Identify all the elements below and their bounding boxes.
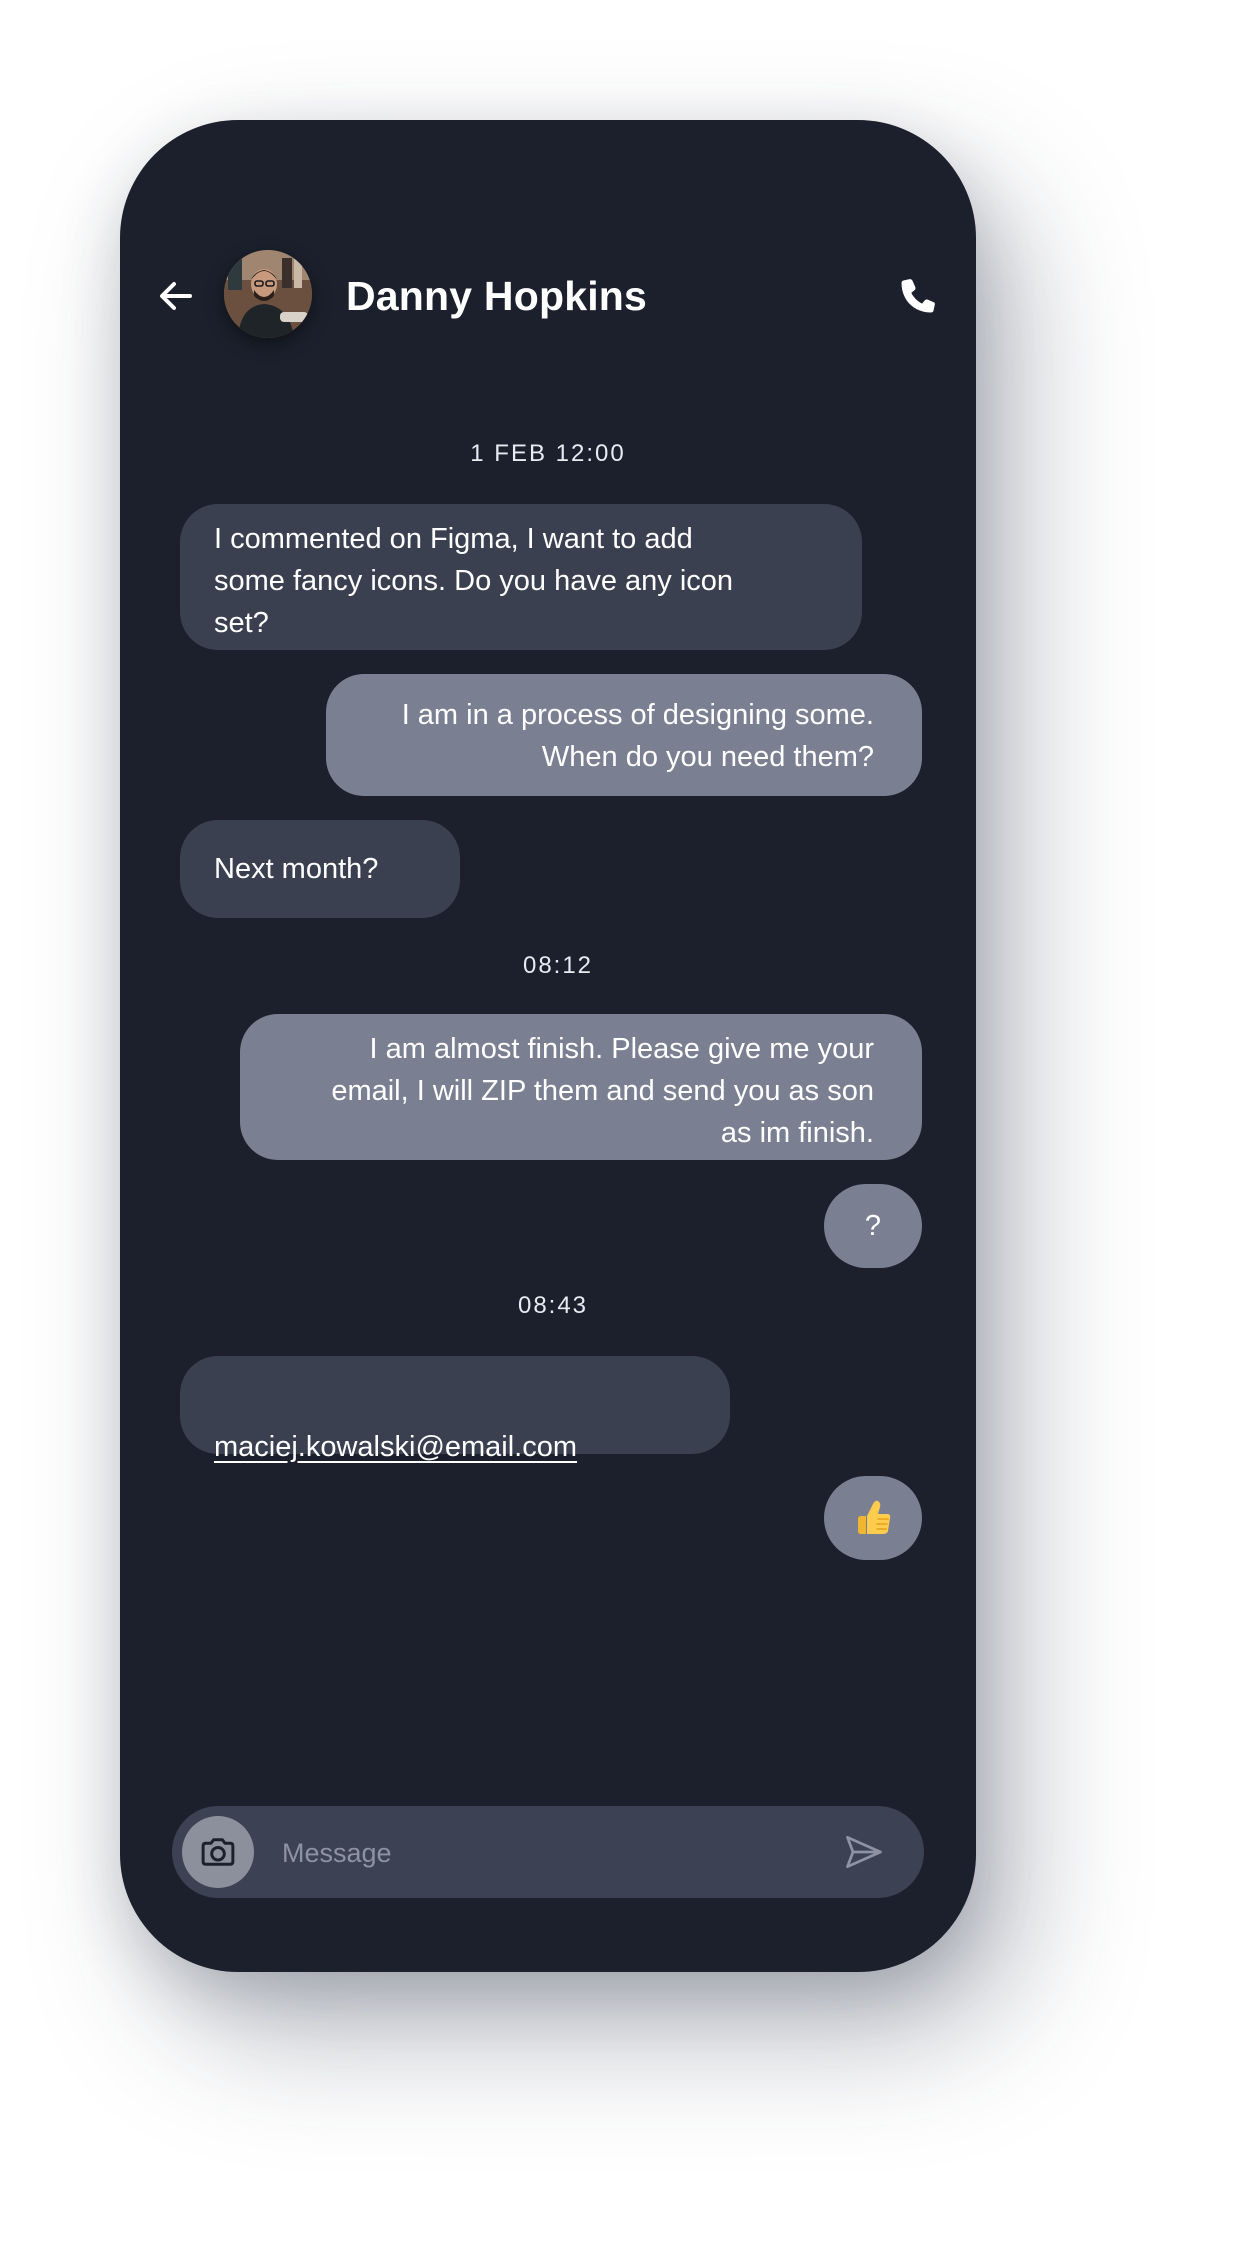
call-button[interactable] bbox=[892, 270, 944, 322]
thumbs-up-icon bbox=[858, 1500, 891, 1534]
message-bubble-incoming: maciej.kowalski@email.com bbox=[180, 1356, 730, 1463]
arrow-left-icon bbox=[160, 282, 192, 310]
contact-name: Danny Hopkins bbox=[346, 273, 648, 319]
timestamp-2: 08:12 bbox=[522, 952, 594, 979]
page-canvas: Danny Hopkins 1 FEB 12:00 I commented on… bbox=[0, 0, 1256, 2252]
message-bubble-incoming: Next month? bbox=[180, 820, 460, 918]
avatar[interactable] bbox=[224, 250, 312, 338]
message-composer bbox=[172, 1806, 924, 1898]
camera-button[interactable] bbox=[182, 1816, 254, 1888]
email-link[interactable]: maciej.kowalski@email.com bbox=[214, 1431, 577, 1463]
timestamp-3: 08:43 bbox=[517, 1292, 589, 1319]
contact-avatar-photo bbox=[224, 250, 312, 338]
send-button[interactable] bbox=[838, 1826, 890, 1878]
message-bubble-outgoing: I am in a process of designing some. Whe… bbox=[326, 674, 922, 796]
camera-icon bbox=[201, 1838, 235, 1866]
message-bubble-outgoing: ? bbox=[824, 1184, 922, 1268]
back-button[interactable] bbox=[148, 268, 204, 324]
send-icon bbox=[846, 1835, 882, 1869]
message-bubble-outgoing bbox=[824, 1476, 922, 1560]
message-bubble-incoming: I commented on Figma, I want to add some… bbox=[180, 504, 862, 650]
message-bubble-outgoing: I am almost finish. Please give me your … bbox=[240, 1014, 922, 1160]
timestamp-1: 1 FEB 12:00 bbox=[470, 440, 626, 467]
message-input[interactable] bbox=[280, 1824, 824, 1882]
phone-icon bbox=[901, 279, 935, 313]
phone-frame: Danny Hopkins 1 FEB 12:00 I commented on… bbox=[120, 120, 976, 1972]
